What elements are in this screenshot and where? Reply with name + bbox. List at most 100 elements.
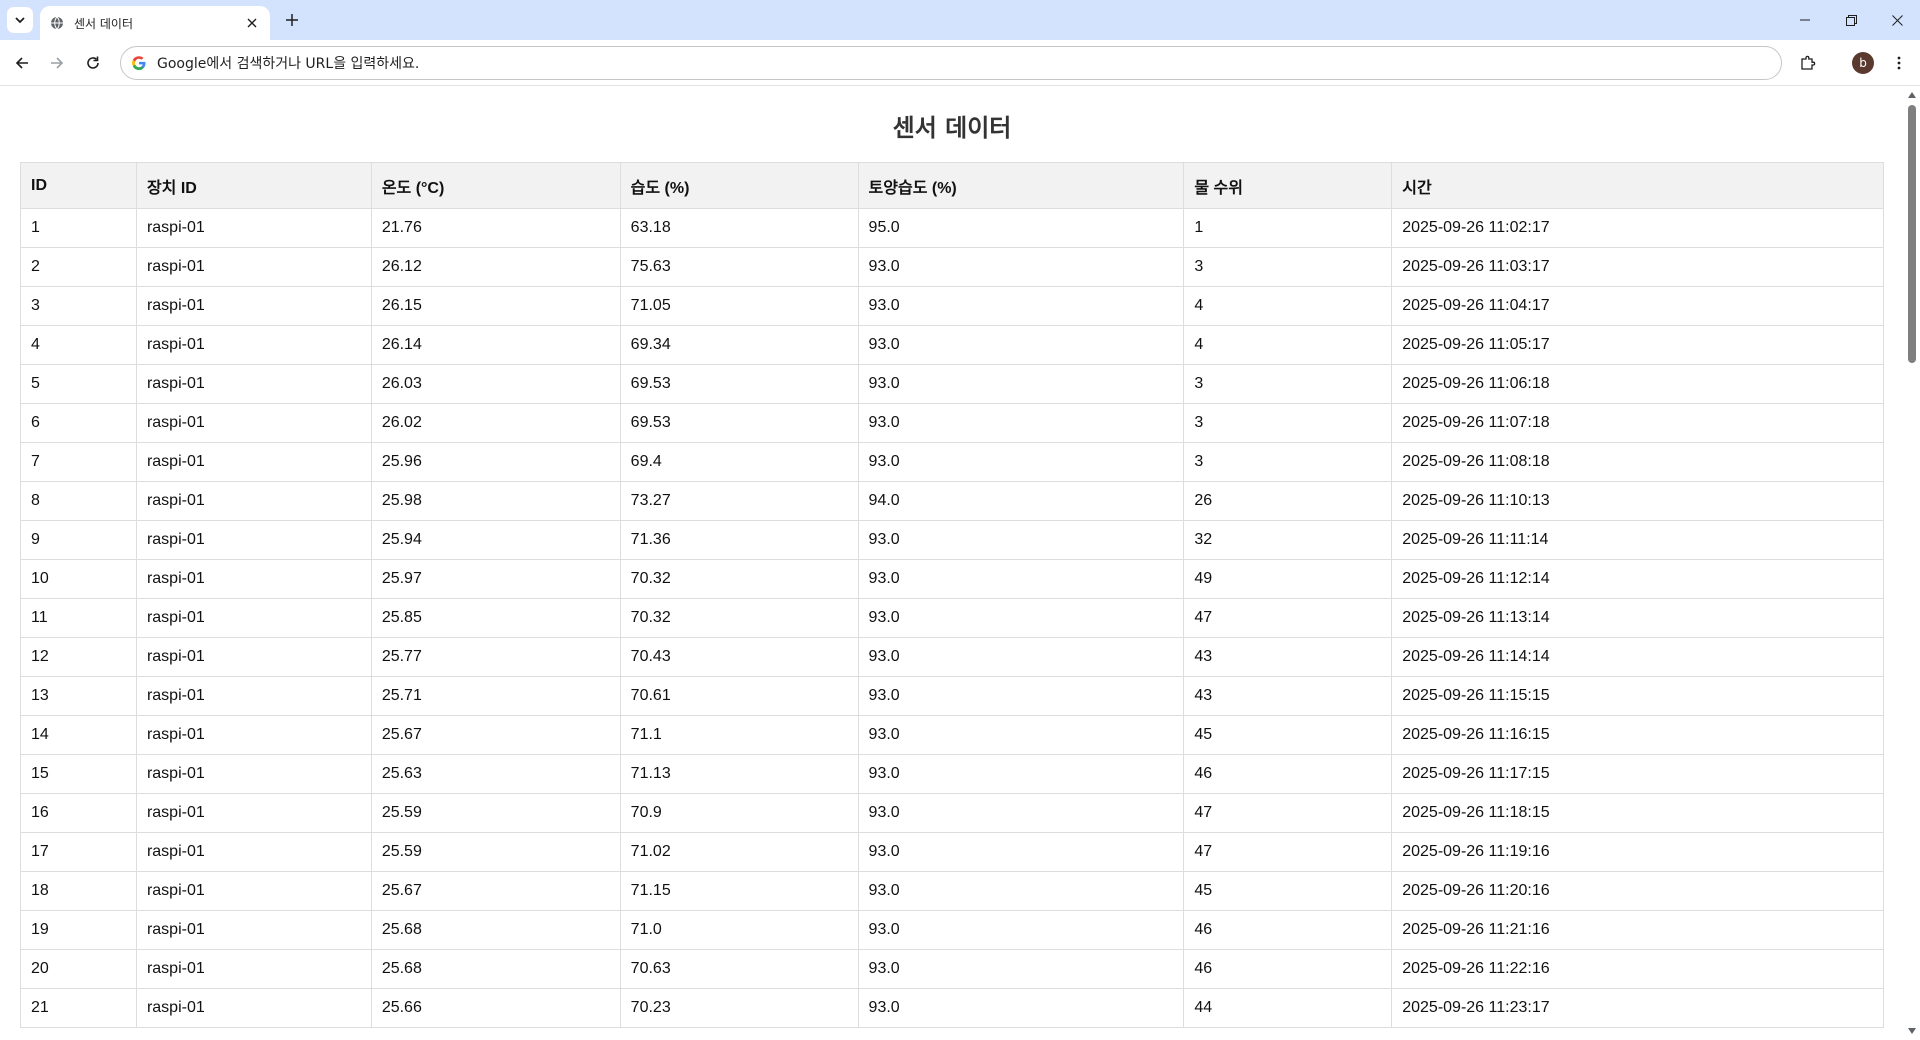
cell-soil-moisture: 95.0: [857, 208, 1185, 248]
triangle-down-icon: [1908, 1028, 1916, 1034]
cell-humidity: 70.32: [619, 559, 859, 599]
table-row: 8 raspi-01 25.98 73.27 94.0 26 2025-09-26 11:1…: [20, 481, 1884, 521]
restore-button[interactable]: [1828, 0, 1874, 40]
cell-water-level: 3: [1183, 442, 1393, 482]
profile-avatar[interactable]: b: [1852, 52, 1874, 74]
cell-id: 9: [20, 520, 137, 560]
cell-water-level: 44: [1183, 988, 1393, 1028]
tab-strip: 센서 데이터: [0, 0, 1920, 40]
cell-temperature: 25.67: [370, 871, 621, 911]
tab-search-button[interactable]: [7, 7, 33, 33]
cell-soil-moisture: 93.0: [857, 403, 1185, 443]
cell-time: 2025-09-26 11:08:18: [1391, 442, 1884, 482]
cell-temperature: 25.98: [370, 481, 621, 521]
cell-soil-moisture: 93.0: [857, 832, 1185, 872]
vertical-scrollbar[interactable]: [1904, 87, 1920, 1040]
cell-time: 2025-09-26 11:03:17: [1391, 247, 1884, 287]
cell-id: 20: [20, 949, 137, 989]
cell-humidity: 69.53: [619, 364, 859, 404]
cell-water-level: 47: [1183, 598, 1393, 638]
cell-humidity: 71.15: [619, 871, 859, 911]
close-window-button[interactable]: [1874, 0, 1920, 40]
cell-soil-moisture: 93.0: [857, 364, 1185, 404]
cell-id: 11: [20, 598, 137, 638]
cell-temperature: 25.77: [370, 637, 621, 677]
cell-device-id: raspi-01: [135, 247, 372, 287]
tab-active[interactable]: 센서 데이터: [40, 6, 270, 40]
table-row: 20 raspi-01 25.68 70.63 93.0 46 2025-09-26 11:…: [20, 949, 1884, 989]
back-button[interactable]: [8, 49, 36, 77]
new-tab-button[interactable]: [281, 9, 303, 31]
cell-device-id: raspi-01: [135, 949, 372, 989]
column-header-id: ID: [20, 162, 137, 209]
tab-title: 센서 데이터: [74, 16, 134, 31]
cell-soil-moisture: 93.0: [857, 871, 1185, 911]
cell-water-level: 43: [1183, 676, 1393, 716]
column-header-time: 시간: [1391, 162, 1884, 209]
table-row: 4 raspi-01 26.14 69.34 93.0 4 2025-09-26 11:05…: [20, 325, 1884, 365]
cell-time: 2025-09-26 11:23:17: [1391, 988, 1884, 1028]
cell-time: 2025-09-26 11:05:17: [1391, 325, 1884, 365]
cell-water-level: 45: [1183, 871, 1393, 911]
cell-temperature: 25.59: [370, 832, 621, 872]
cell-temperature: 26.03: [370, 364, 621, 404]
cell-soil-moisture: 93.0: [857, 598, 1185, 638]
cell-humidity: 70.23: [619, 988, 859, 1028]
cell-time: 2025-09-26 11:16:15: [1391, 715, 1884, 755]
cell-water-level: 3: [1183, 247, 1393, 287]
plus-icon: [286, 14, 298, 26]
browser-menu-button[interactable]: [1885, 49, 1913, 77]
reload-button[interactable]: [79, 49, 107, 77]
google-icon: [132, 56, 146, 70]
cell-soil-moisture: 93.0: [857, 247, 1185, 287]
cell-temperature: 25.71: [370, 676, 621, 716]
restore-icon: [1845, 14, 1857, 26]
cell-temperature: 25.94: [370, 520, 621, 560]
cell-water-level: 1: [1183, 208, 1393, 248]
column-header-device-id: 장치 ID: [135, 162, 372, 209]
tab-close-button[interactable]: [244, 15, 260, 31]
cell-device-id: raspi-01: [135, 910, 372, 950]
cell-id: 4: [20, 325, 137, 365]
cell-water-level: 43: [1183, 637, 1393, 677]
forward-button[interactable]: [43, 49, 71, 77]
cell-temperature: 26.12: [370, 247, 621, 287]
cell-soil-moisture: 93.0: [857, 715, 1185, 755]
extensions-button[interactable]: [1794, 49, 1822, 77]
cell-temperature: 26.02: [370, 403, 621, 443]
column-header-temperature: 온도 (°C): [370, 162, 621, 209]
cell-time: 2025-09-26 11:02:17: [1391, 208, 1884, 248]
cell-humidity: 71.02: [619, 832, 859, 872]
cell-time: 2025-09-26 11:22:16: [1391, 949, 1884, 989]
table-row: 1 raspi-01 21.76 63.18 95.0 1 2025-09-26 11:02…: [20, 208, 1884, 248]
cell-id: 16: [20, 793, 137, 833]
cell-soil-moisture: 93.0: [857, 325, 1185, 365]
cell-device-id: raspi-01: [135, 208, 372, 248]
cell-humidity: 70.63: [619, 949, 859, 989]
cell-water-level: 46: [1183, 754, 1393, 794]
table-row: 6 raspi-01 26.02 69.53 93.0 3 2025-09-26 11:07…: [20, 403, 1884, 443]
minimize-button[interactable]: [1782, 0, 1828, 40]
address-bar[interactable]: Google에서 검색하거나 URL을 입력하세요.: [120, 46, 1782, 80]
cell-device-id: raspi-01: [135, 754, 372, 794]
scroll-down-arrow[interactable]: [1907, 1026, 1917, 1036]
cell-time: 2025-09-26 11:07:18: [1391, 403, 1884, 443]
cell-water-level: 49: [1183, 559, 1393, 599]
cell-temperature: 26.14: [370, 325, 621, 365]
table-row: 5 raspi-01 26.03 69.53 93.0 3 2025-09-26 11:06…: [20, 364, 1884, 404]
cell-humidity: 70.61: [619, 676, 859, 716]
sensor-data-table: ID 장치 ID 온도 (°C) 습도 (%) 토양습도 (%) 물 수위 시간 1 rasp…: [20, 162, 1884, 1028]
cell-id: 14: [20, 715, 137, 755]
table-row: 11 raspi-01 25.85 70.32 93.0 47 2025-09-26 11:…: [20, 598, 1884, 638]
cell-id: 5: [20, 364, 137, 404]
triangle-up-icon: [1908, 92, 1916, 98]
cell-device-id: raspi-01: [135, 325, 372, 365]
cell-time: 2025-09-26 11:04:17: [1391, 286, 1884, 326]
cell-temperature: 25.96: [370, 442, 621, 482]
cell-time: 2025-09-26 11:13:14: [1391, 598, 1884, 638]
page-title: 센서 데이터: [892, 114, 1012, 142]
scroll-up-arrow[interactable]: [1907, 90, 1917, 100]
cell-water-level: 32: [1183, 520, 1393, 560]
scrollbar-thumb[interactable]: [1908, 105, 1916, 363]
table-row: 3 raspi-01 26.15 71.05 93.0 4 2025-09-26 11:04…: [20, 286, 1884, 326]
